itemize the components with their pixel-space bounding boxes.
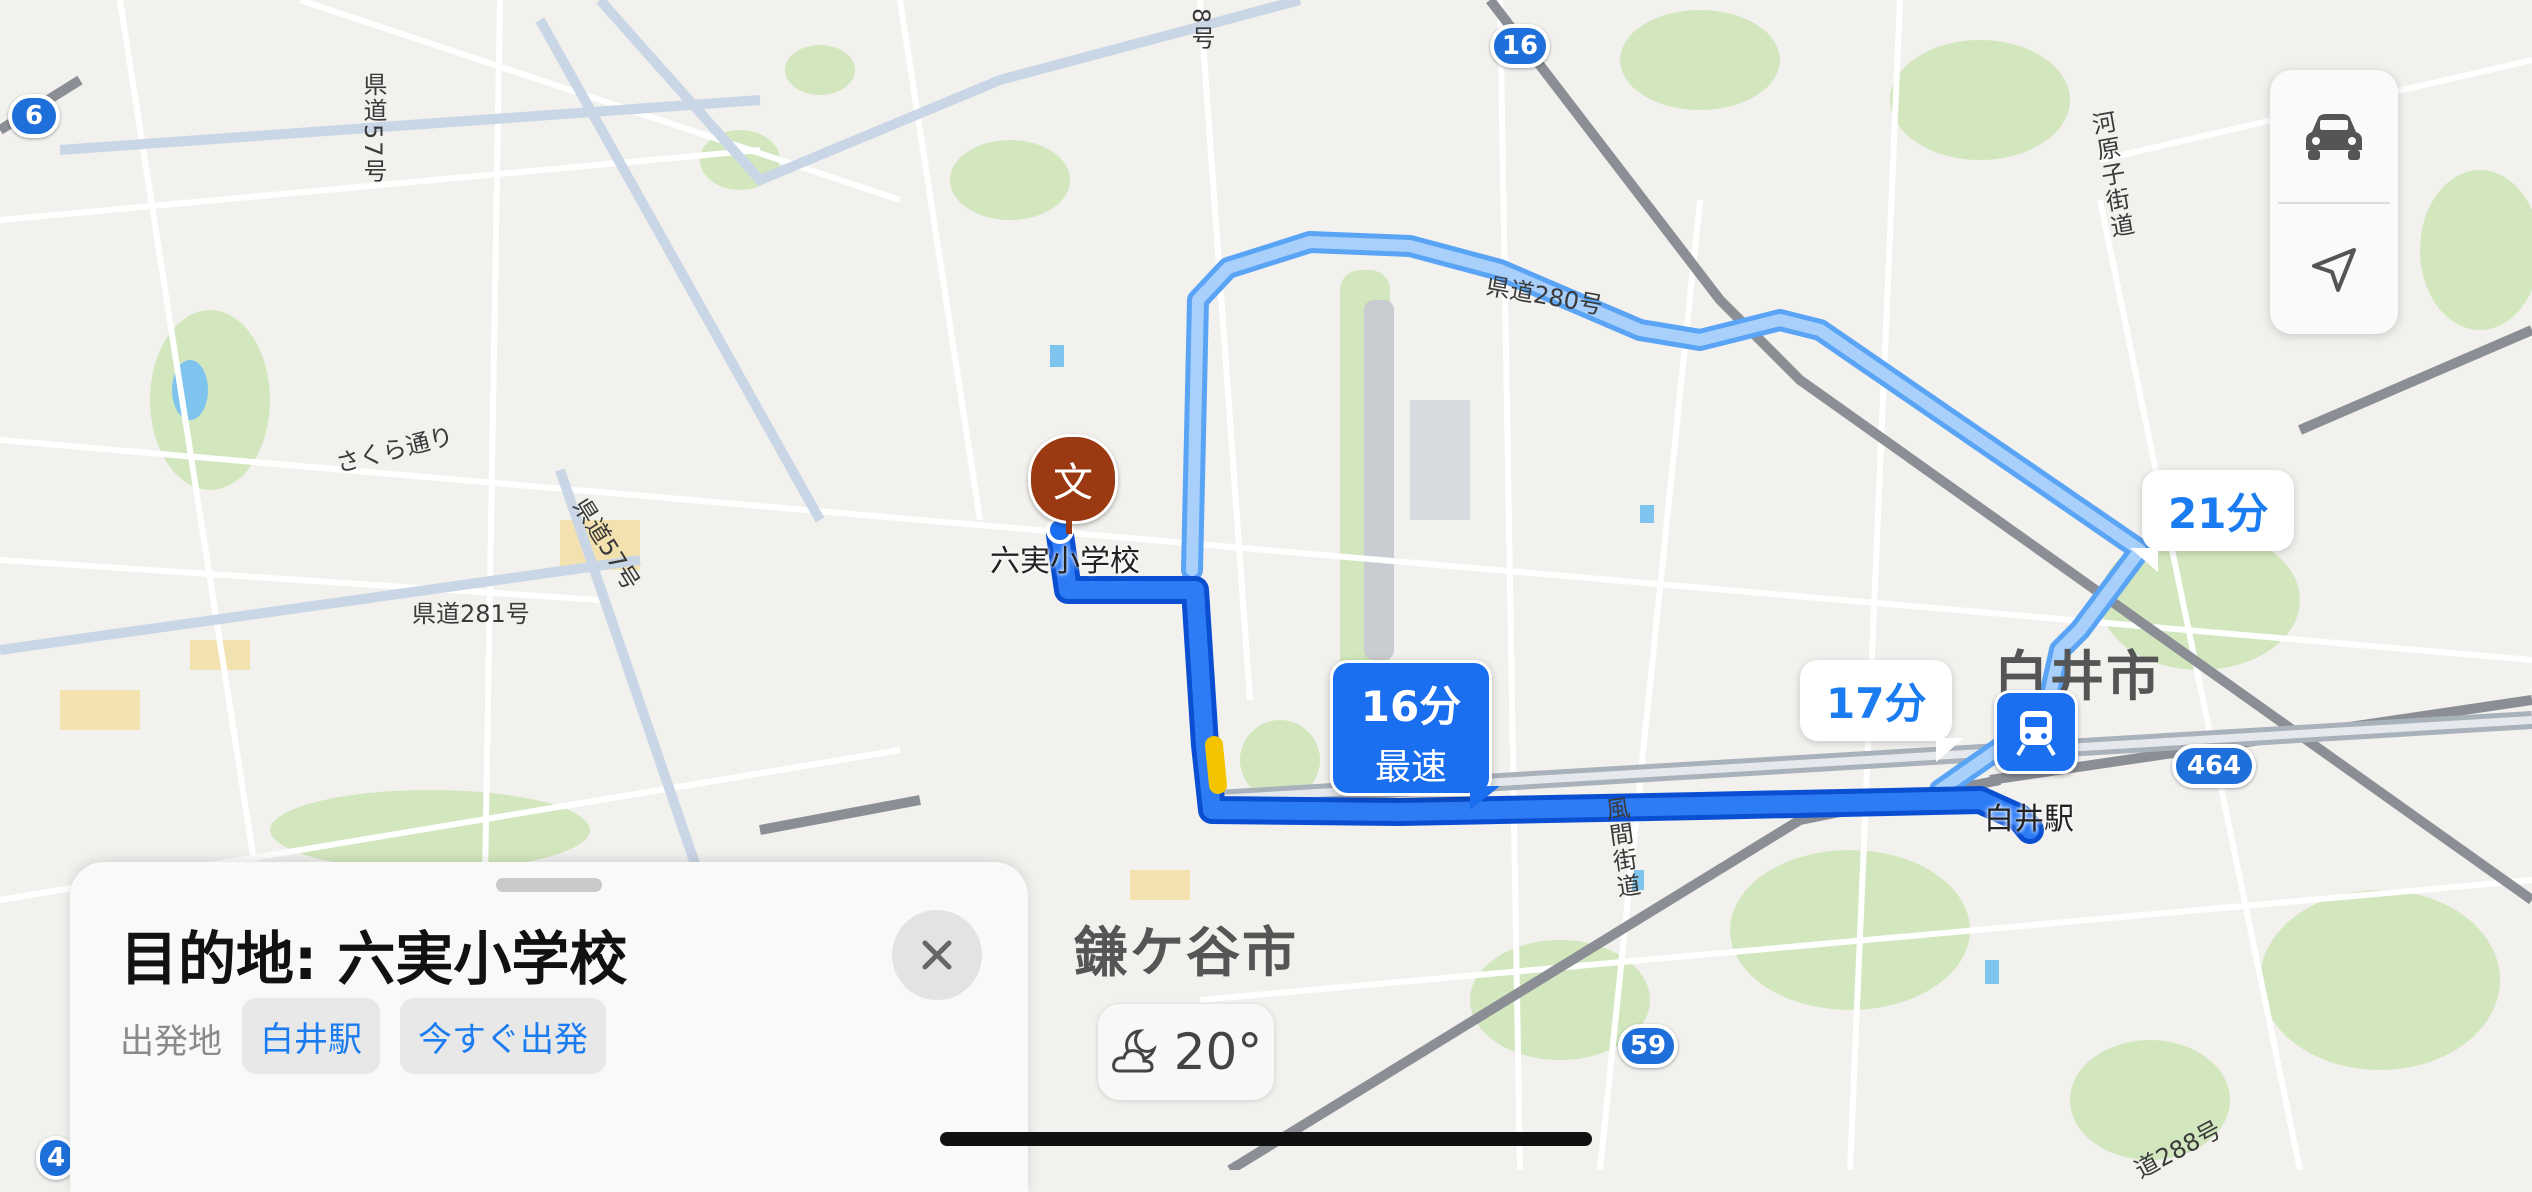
home-indicator[interactable] [940, 1132, 1592, 1146]
route-shield-6: 6 [8, 94, 60, 138]
current-location-button[interactable] [2270, 204, 2398, 334]
city-label-kamagaya: 鎌ケ谷市 [1074, 921, 1298, 984]
train-icon [2016, 711, 2056, 757]
route-bubble-16min[interactable]: 16分 最速 [1330, 660, 1492, 796]
pin-stem [1066, 518, 1072, 534]
road-label-r8: 8号 [1187, 8, 1215, 52]
route-bubble-17min[interactable]: 17分 [1800, 660, 1953, 741]
school-icon: 文 [1053, 460, 1093, 506]
origin-label: 出発地 [120, 1022, 222, 1062]
transport-mode-button[interactable] [2270, 70, 2398, 202]
route-bubble-21min-tail [2130, 548, 2158, 572]
route-shield-59: 59 [1618, 1024, 1678, 1068]
weather-badge: 20° [1098, 1004, 1274, 1100]
origin-chip[interactable]: 白井駅 [242, 998, 380, 1074]
route-shield-464: 464 [2172, 744, 2256, 788]
station-marker[interactable] [1994, 690, 2078, 774]
location-arrow-icon [2312, 248, 2356, 292]
route-bubble-16min-tail [1470, 786, 1500, 810]
destination-pin[interactable]: 文 [1028, 434, 1118, 524]
route-bubble-16min-tag: 最速 [1374, 747, 1447, 788]
close-icon [922, 940, 952, 970]
route-bubble-16min-time: 16分 [1360, 682, 1462, 731]
car-icon [2306, 114, 2362, 160]
sheet-grabber[interactable] [496, 878, 602, 892]
route-bubble-17min-tail [1936, 738, 1964, 762]
destination-label: 六実小学校 [990, 544, 1140, 579]
road-label-r281: 県道281号 [412, 600, 530, 628]
partly-cloudy-night-icon [1111, 1029, 1157, 1073]
directions-sheet: 目的地: 六実小学校 出発地 白井駅 今すぐ出発 [70, 862, 1028, 1192]
station-label: 白井駅 [1984, 802, 2074, 837]
close-button[interactable] [892, 910, 982, 1000]
map-controls [2270, 70, 2398, 334]
destination-title: 目的地: 六実小学校 [120, 925, 628, 993]
road-label-r57-top: 県道57号 [359, 72, 387, 185]
route-bubble-21min[interactable]: 21分 [2142, 470, 2295, 551]
weather-temperature: 20° [1173, 1023, 1263, 1081]
depart-time-chip[interactable]: 今すぐ出発 [400, 998, 606, 1074]
route-shield-16: 16 [1490, 24, 1550, 68]
